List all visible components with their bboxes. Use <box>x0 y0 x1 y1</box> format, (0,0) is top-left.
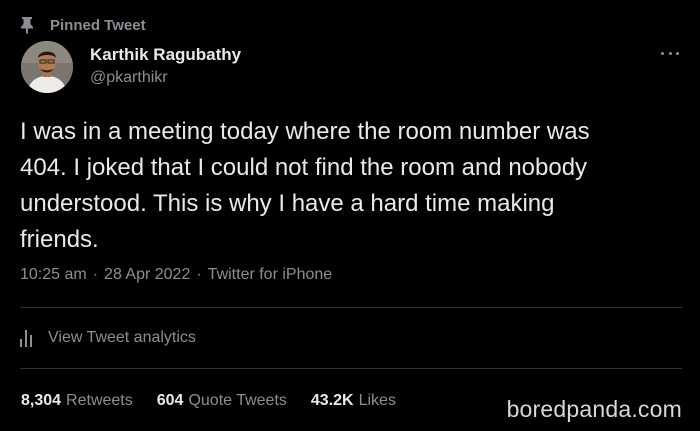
tweet-meta: 10:25 am · 28 Apr 2022 · Twitter for iPh… <box>20 266 332 284</box>
analytics-label: View Tweet analytics <box>48 329 196 346</box>
tweet-date[interactable]: 28 Apr 2022 <box>104 266 190 284</box>
quotes-count: 604 <box>156 392 184 409</box>
divider <box>20 307 682 308</box>
pinned-tweet-indicator: Pinned Tweet <box>20 14 146 36</box>
quotes-label: Quote Tweets <box>188 392 287 409</box>
watermark: boredpanda.com <box>506 396 682 422</box>
likes-label: Likes <box>358 392 396 409</box>
pinned-label: Pinned Tweet <box>50 16 146 34</box>
tweet-stats: 8,304 Retweets 604 Quote Tweets 43.2K Li… <box>21 392 420 410</box>
likes-stat[interactable]: 43.2K Likes <box>311 392 396 410</box>
tweet-time[interactable]: 10:25 am <box>20 266 87 284</box>
author-name[interactable]: Karthik Ragubathy <box>90 45 241 65</box>
meta-separator: · <box>196 266 202 283</box>
meta-separator: · <box>92 266 99 283</box>
tweet-text: I was in a meeting today where the room … <box>20 118 590 253</box>
tweet-source[interactable]: Twitter for iPhone <box>208 266 333 284</box>
retweets-label: Retweets <box>66 392 133 409</box>
divider <box>20 368 682 369</box>
retweets-stat[interactable]: 8,304 Retweets <box>21 392 133 410</box>
more-horizontal-icon[interactable] <box>658 42 682 64</box>
avatar[interactable] <box>21 41 73 93</box>
likes-count: 43.2K <box>310 392 354 409</box>
quote-tweets-stat[interactable]: 604 Quote Tweets <box>157 392 287 410</box>
view-analytics-link[interactable]: View Tweet analytics <box>20 329 196 347</box>
profile-photo <box>21 41 73 93</box>
pin-icon <box>21 17 33 34</box>
retweets-count: 8,304 <box>21 392 62 409</box>
author-handle[interactable]: @pkarthikr <box>90 69 168 87</box>
analytics-bars-icon <box>20 329 38 347</box>
